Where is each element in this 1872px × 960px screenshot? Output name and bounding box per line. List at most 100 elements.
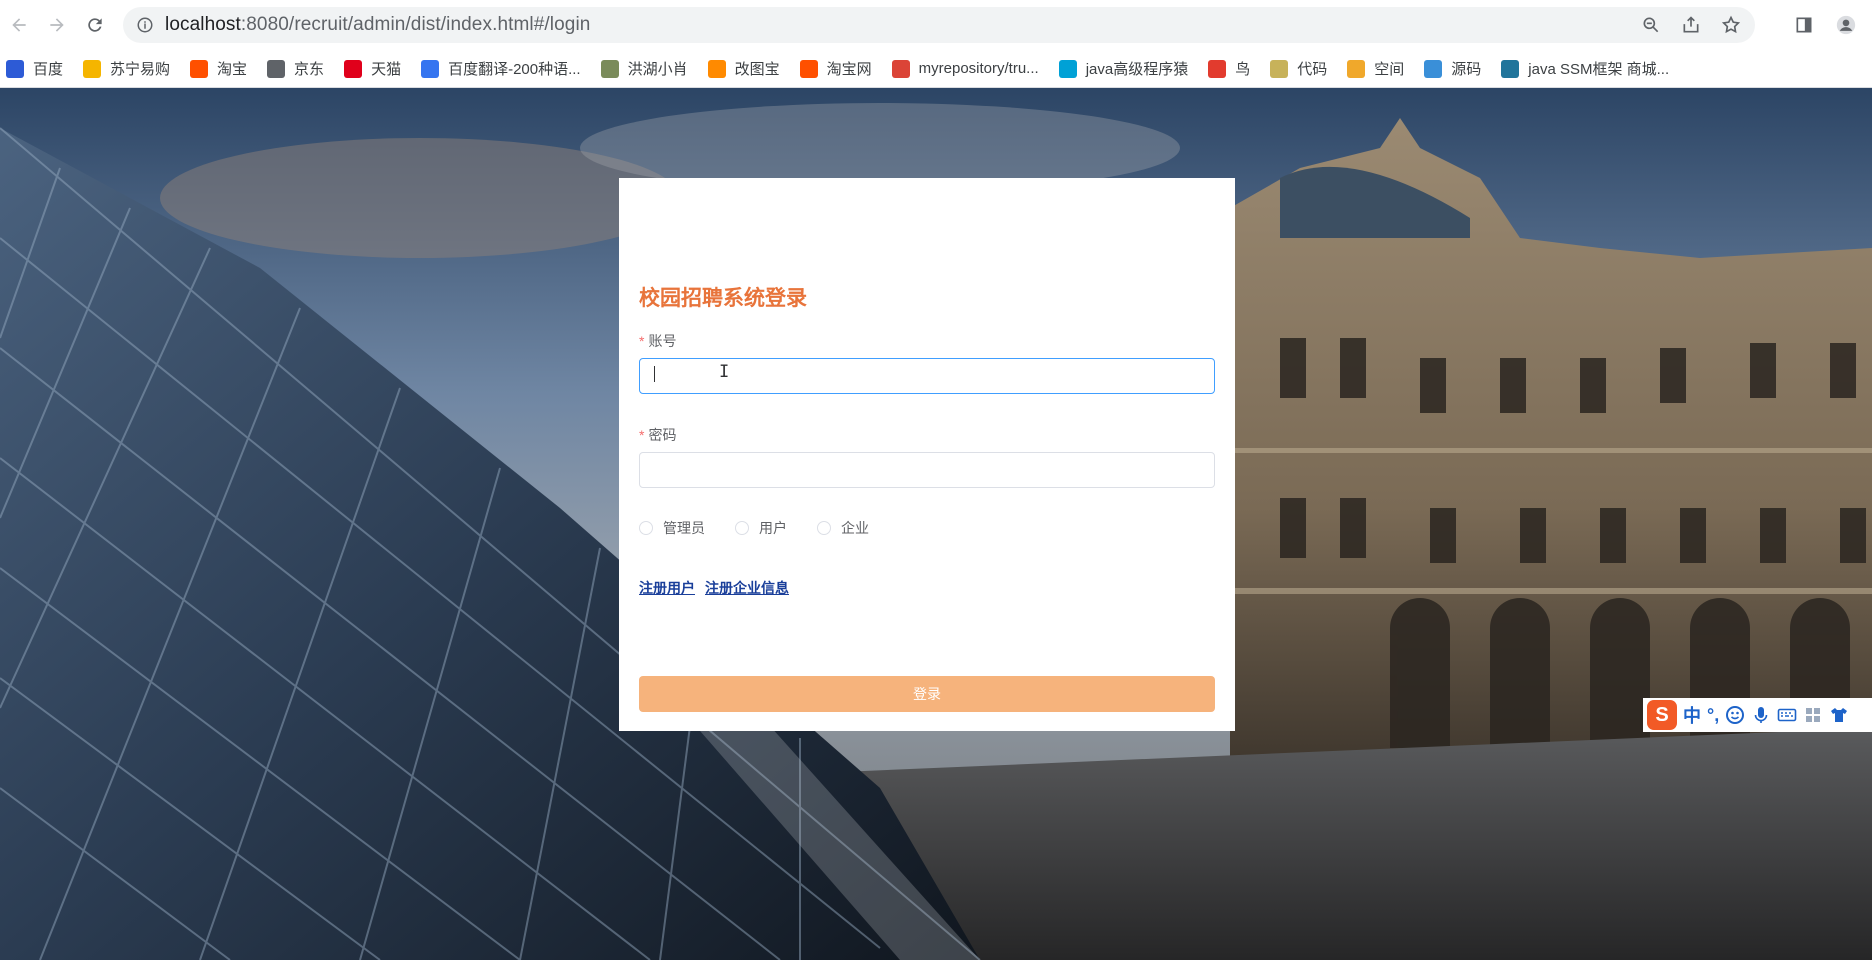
bookmark-item[interactable]: java高级程序猿 [1058, 58, 1189, 79]
skin-shirt-icon[interactable] [1829, 705, 1849, 725]
browser-toolbar: localhost:8080/recruit/admin/dist/index.… [0, 0, 1872, 50]
account-label: * 账号 [639, 331, 676, 351]
bookmark-label: 空间 [1374, 61, 1405, 78]
bookmark-item[interactable]: 苏宁易购 [83, 58, 170, 79]
role-label: 管理员 [663, 520, 705, 536]
star-icon[interactable] [1721, 15, 1741, 35]
radio-circle-icon[interactable] [735, 521, 749, 535]
bookmark-item[interactable]: 天猫 [344, 58, 401, 79]
role-radio-group: 管理员 用户 企业 [639, 518, 899, 538]
sogou-logo-icon[interactable]: S [1647, 700, 1677, 730]
bird-icon [1208, 59, 1227, 78]
bookmark-item[interactable]: 鸟 [1208, 58, 1250, 79]
account-label-text: 账号 [648, 333, 677, 349]
bookmark-label: 京东 [294, 61, 325, 78]
bookmark-label: 百度 [33, 61, 64, 78]
omnibox-actions [1641, 7, 1741, 43]
bookmark-label: java高级程序猿 [1085, 61, 1189, 78]
profile-avatar-icon[interactable] [1836, 15, 1856, 35]
bookmarks-bar: 百度 苏宁易购 淘宝 京东 天猫 百度翻译-200种语... 洪湖小肖 改图宝 淘宝网 myrep… [0, 50, 1872, 88]
forward-button[interactable] [38, 6, 76, 44]
baidu-translate-icon [421, 59, 440, 78]
suning-icon [83, 59, 102, 78]
role-label: 企业 [841, 520, 869, 536]
register-links: 注册用户 注册企业信息 [639, 578, 789, 598]
toolbox-icon[interactable] [1803, 705, 1823, 725]
password-input[interactable] [639, 452, 1215, 488]
role-radio-admin[interactable]: 管理员 [639, 518, 705, 538]
login-card: 校园招聘系统登录 * 账号 I * 密码 管理员 用户 企业 注册用户 注册企业信息… [619, 178, 1235, 731]
bookmark-item[interactable]: 改图宝 [707, 58, 780, 79]
bookmark-label: 苏宁易购 [110, 61, 171, 78]
bookmark-label: 淘宝网 [826, 61, 872, 78]
bookmark-label: 鸟 [1235, 61, 1251, 78]
microphone-icon[interactable] [1751, 705, 1771, 725]
bookmark-item[interactable]: 代码 [1270, 58, 1327, 79]
arrow-right-icon [50, 18, 64, 32]
qzone-icon [1347, 59, 1366, 78]
bookmark-item[interactable]: 洪湖小肖 [600, 58, 688, 79]
required-mark: * [639, 427, 645, 443]
ime-punctuation-toggle[interactable]: °, [1707, 705, 1719, 726]
login-title: 校园招聘系统登录 [639, 287, 807, 310]
site-info-icon[interactable] [135, 15, 155, 35]
role-radio-company[interactable]: 企业 [817, 518, 869, 538]
back-button[interactable] [0, 6, 38, 44]
chrome-icon [891, 59, 910, 78]
arrow-left-icon [12, 18, 26, 32]
url-text[interactable]: localhost:8080/recruit/admin/dist/index.… [165, 14, 590, 36]
source-fish-icon [1424, 59, 1443, 78]
bookmark-label: 淘宝 [217, 61, 248, 78]
register-user-link[interactable]: 注册用户 [639, 578, 695, 598]
text-caret [654, 366, 655, 382]
bookmark-item[interactable]: java SSM框架 商城... [1501, 58, 1669, 79]
required-mark: * [639, 333, 645, 349]
bookmark-item[interactable]: 淘宝 [190, 58, 247, 79]
side-panel-icon[interactable] [1794, 15, 1814, 35]
taobao-icon [799, 59, 818, 78]
reload-button[interactable] [76, 6, 114, 44]
share-icon[interactable] [1681, 15, 1701, 35]
bookmark-label: 天猫 [371, 61, 402, 78]
feather-icon [600, 59, 619, 78]
code-leaf-icon [1270, 59, 1289, 78]
url-path: :8080/recruit/admin/dist/index.html#/log… [240, 14, 591, 35]
taobao-icon [190, 59, 209, 78]
baidu-paw-icon [6, 59, 24, 78]
password-label: * 密码 [639, 425, 676, 445]
password-label-text: 密码 [648, 427, 677, 443]
bilibili-icon [1058, 59, 1077, 78]
globe-icon [267, 59, 286, 78]
bookmark-item[interactable]: 空间 [1347, 58, 1404, 79]
url-host: localhost [165, 14, 241, 35]
bookmark-label: 洪湖小肖 [627, 61, 688, 78]
ime-toolbar: S 中 °, [1643, 698, 1872, 732]
bookmark-label: 代码 [1297, 61, 1328, 78]
reload-icon [88, 18, 102, 32]
bookmark-label: 改图宝 [734, 61, 780, 78]
bookmark-item[interactable]: 百度翻译-200种语... [421, 58, 581, 79]
bookmark-label: myrepository/tru... [918, 60, 1039, 77]
login-button[interactable]: 登录 [639, 676, 1215, 712]
zoom-icon[interactable] [1641, 15, 1661, 35]
emoji-icon[interactable] [1725, 705, 1745, 725]
bookmark-item[interactable]: 百度 [6, 58, 63, 79]
register-company-link[interactable]: 注册企业信息 [705, 578, 789, 598]
bookmark-label: java SSM框架 商城... [1528, 61, 1670, 78]
keyboard-icon[interactable] [1777, 705, 1797, 725]
radio-circle-icon[interactable] [639, 521, 653, 535]
bookmark-item[interactable]: 京东 [267, 58, 324, 79]
gaitubao-icon [707, 59, 726, 78]
bookmark-item[interactable]: 源码 [1424, 58, 1481, 79]
ime-mode-toggle[interactable]: 中 [1683, 702, 1701, 728]
ibeam-cursor-icon: I [719, 362, 730, 382]
wordpress-icon [1501, 59, 1520, 78]
bookmark-item[interactable]: myrepository/tru... [891, 59, 1039, 78]
radio-circle-icon[interactable] [817, 521, 831, 535]
browser-side-actions [1794, 7, 1872, 43]
role-radio-user[interactable]: 用户 [735, 518, 787, 538]
address-bar[interactable]: localhost:8080/recruit/admin/dist/index.… [123, 7, 1755, 43]
bookmark-label: 源码 [1451, 61, 1482, 78]
bookmark-label: 百度翻译-200种语... [448, 61, 581, 78]
bookmark-item[interactable]: 淘宝网 [799, 58, 872, 79]
